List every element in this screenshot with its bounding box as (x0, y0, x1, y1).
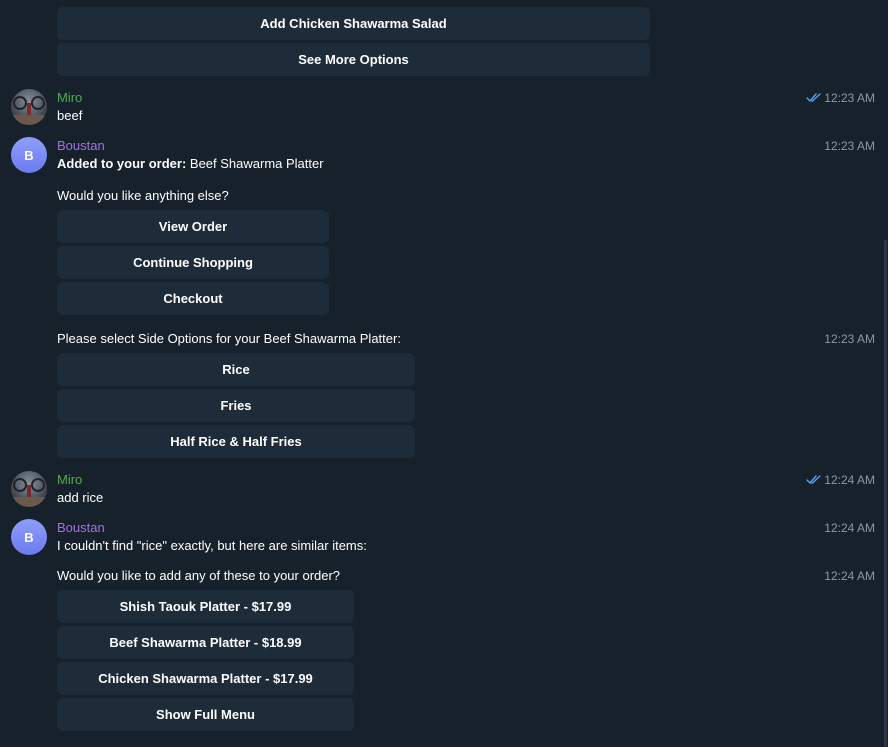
message-text: Would you like to add any of these to yo… (57, 568, 341, 583)
view-order-button[interactable]: View Order (57, 210, 329, 243)
beef-shawarma-platter-button[interactable]: Beef Shawarma Platter - $18.99 (57, 626, 354, 659)
avatar[interactable]: B (11, 519, 47, 555)
message-time: 12:23 AM (824, 91, 875, 105)
sender-name[interactable]: Miro (57, 90, 82, 105)
show-full-menu-button[interactable]: Show Full Menu (57, 698, 354, 731)
user-photo-icon (11, 96, 47, 125)
message-text: I couldn't find "rice" exactly, but here… (57, 538, 367, 553)
scrollbar[interactable] (884, 240, 887, 747)
avatar-letter: B (24, 529, 34, 545)
sender-name[interactable]: Miro (57, 472, 82, 487)
sender-name[interactable]: Boustan (57, 138, 105, 153)
message-time: 12:24 AM (824, 569, 875, 583)
avatar-letter: B (24, 147, 34, 163)
message-item-text: Beef Shawarma Platter (186, 156, 324, 171)
avatar[interactable] (11, 89, 47, 125)
add-chicken-shawarma-salad-button[interactable]: Add Chicken Shawarma Salad (57, 7, 650, 40)
checkout-button[interactable]: Checkout (57, 282, 329, 315)
sender-name[interactable]: Boustan (57, 520, 105, 535)
avatar[interactable] (11, 471, 47, 507)
message-text: Please select Side Options for your Beef… (57, 331, 401, 346)
half-rice-half-fries-button[interactable]: Half Rice & Half Fries (57, 425, 415, 458)
continue-shopping-button[interactable]: Continue Shopping (57, 246, 329, 279)
avatar[interactable]: B (11, 137, 47, 173)
rice-button[interactable]: Rice (57, 353, 415, 386)
see-more-options-button[interactable]: See More Options (57, 43, 650, 76)
message-followup-text: Would you like anything else? (57, 188, 229, 203)
message-bold-text: Added to your order: (57, 156, 187, 171)
message-time: 12:24 AM (824, 521, 875, 535)
message-time: 12:24 AM (824, 473, 875, 487)
shish-taouk-platter-button[interactable]: Shish Taouk Platter - $17.99 (57, 590, 354, 623)
message-time: 12:23 AM (824, 332, 875, 346)
message-time: 12:23 AM (824, 139, 875, 153)
message-text: beef (57, 108, 83, 123)
user-photo-icon (11, 478, 47, 507)
message-text: add rice (57, 490, 104, 505)
message-text: Added to your order: Beef Shawarma Platt… (57, 156, 324, 171)
fries-button[interactable]: Fries (57, 389, 415, 422)
chicken-shawarma-platter-button[interactable]: Chicken Shawarma Platter - $17.99 (57, 662, 354, 695)
